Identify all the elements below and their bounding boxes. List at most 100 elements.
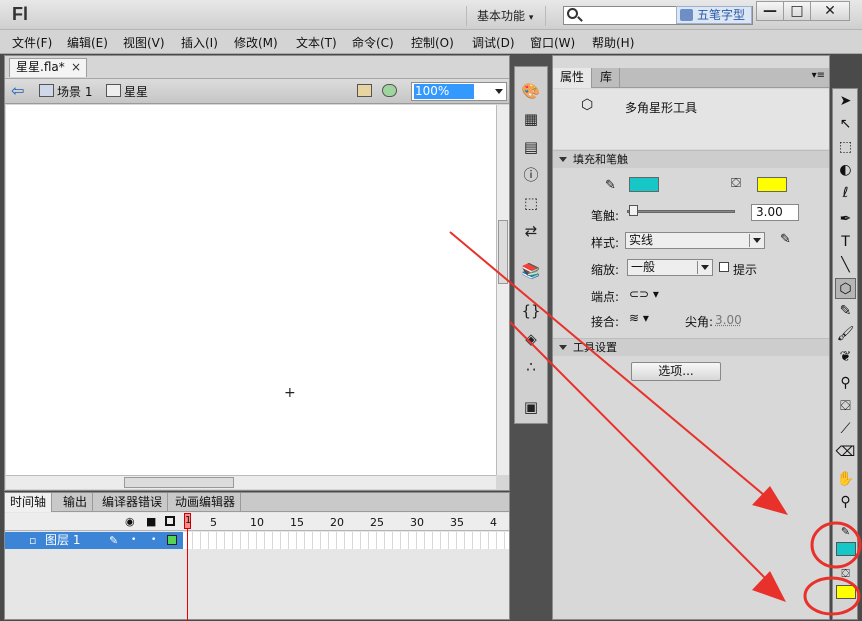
deco-tool-icon[interactable]: ❦ bbox=[835, 347, 856, 368]
breadcrumb-symbol[interactable]: 星星 bbox=[124, 83, 148, 100]
project-panel-icon[interactable]: ▣ bbox=[520, 397, 542, 417]
join-select[interactable]: ≋ ▾ bbox=[629, 311, 649, 325]
line-tool-icon[interactable]: ╲ bbox=[835, 255, 856, 276]
components-panel-icon[interactable]: ◈ bbox=[520, 329, 542, 349]
close-icon[interactable]: × bbox=[71, 59, 81, 76]
horizontal-scroll-thumb[interactable] bbox=[124, 477, 234, 488]
subselection-tool-icon[interactable]: ↖ bbox=[835, 114, 856, 135]
motion-presets-icon[interactable]: ∴ bbox=[520, 357, 542, 377]
stroke-width-input[interactable]: 3.00 bbox=[751, 204, 799, 221]
lasso-tool-icon[interactable]: ℓ bbox=[835, 183, 856, 204]
layer-name[interactable]: ▫ 图层 1 ✎ • • bbox=[5, 532, 183, 549]
style-select[interactable]: 实线 bbox=[625, 232, 765, 249]
transform-panel-icon[interactable]: ⬚ bbox=[520, 193, 542, 213]
eyedropper-tool-icon[interactable]: ⟋ bbox=[835, 419, 856, 440]
lock-icon[interactable]: ■ bbox=[146, 515, 156, 528]
menu-text[interactable]: 文本(T) bbox=[296, 34, 337, 51]
menu-debug[interactable]: 调试(D) bbox=[472, 34, 515, 51]
toolbar-fill-color[interactable] bbox=[836, 585, 856, 599]
menu-help[interactable]: 帮助(H) bbox=[592, 34, 634, 51]
scale-select[interactable]: 一般 bbox=[627, 259, 713, 276]
playhead-line bbox=[187, 529, 188, 621]
library-panel-icon[interactable]: 📚 bbox=[520, 261, 542, 281]
history-panel-icon[interactable]: ⇄ bbox=[520, 221, 542, 241]
visibility-dot[interactable]: • bbox=[131, 532, 136, 549]
menu-commands[interactable]: 命令(C) bbox=[352, 34, 394, 51]
workspace-switcher[interactable]: 基本功能 ▾ bbox=[466, 6, 546, 26]
edit-stroke-style-icon[interactable]: ✎ bbox=[780, 232, 791, 247]
maximize-button[interactable]: □ bbox=[783, 1, 811, 21]
section-tool-settings[interactable]: 工具设置 bbox=[553, 338, 829, 356]
scene-icon bbox=[39, 84, 54, 97]
3d-rotation-tool-icon[interactable]: ◐ bbox=[835, 160, 856, 181]
section-fill-stroke[interactable]: 填充和笔触 bbox=[553, 150, 829, 168]
document-tab-label: 星星.fla* bbox=[16, 60, 65, 74]
stroke-color-swatch[interactable] bbox=[629, 177, 659, 192]
playhead[interactable]: 1 bbox=[184, 513, 191, 621]
zoom-tool-icon[interactable]: ⚲ bbox=[835, 492, 856, 513]
ime-indicator[interactable]: 五笔字型 bbox=[676, 6, 752, 24]
color-panel-icon[interactable]: 🎨 bbox=[520, 81, 542, 101]
zoom-select[interactable]: 100% bbox=[411, 82, 507, 101]
stage-canvas[interactable]: + bbox=[6, 105, 496, 475]
panel-menu-icon[interactable]: ▾≡ bbox=[812, 70, 825, 81]
layer-row[interactable]: ▫ 图层 1 ✎ • • bbox=[5, 532, 509, 549]
miter-value[interactable]: 3.00 bbox=[715, 313, 742, 327]
options-button[interactable]: 选项... bbox=[631, 362, 721, 381]
pencil-tool-icon[interactable]: ✎ bbox=[835, 301, 856, 322]
code-panel-icon[interactable]: {} bbox=[520, 301, 542, 321]
menu-edit[interactable]: 编辑(E) bbox=[67, 34, 108, 51]
free-transform-tool-icon[interactable]: ⬚ bbox=[835, 137, 856, 158]
tab-output[interactable]: 输出 bbox=[58, 493, 94, 512]
swatches-panel-icon[interactable]: ▦ bbox=[520, 109, 542, 129]
pencil-icon: ✎ bbox=[605, 178, 616, 193]
miter-label: 尖角: bbox=[685, 315, 714, 329]
menu-control[interactable]: 控制(O) bbox=[411, 34, 454, 51]
toolbar-stroke-color[interactable] bbox=[836, 542, 856, 556]
tab-motion-editor[interactable]: 动画编辑器 bbox=[170, 493, 242, 512]
cap-select[interactable]: ⊂⊃ ▾ bbox=[629, 287, 659, 301]
stroke-slider-thumb[interactable] bbox=[629, 205, 638, 216]
edit-symbol-icon[interactable] bbox=[382, 84, 397, 97]
tab-compiler-errors[interactable]: 编译器错误 bbox=[97, 493, 169, 512]
frame-cells[interactable] bbox=[185, 532, 509, 549]
outline-icon[interactable] bbox=[165, 516, 175, 526]
minimize-button[interactable]: — bbox=[756, 1, 784, 21]
eraser-tool-icon[interactable]: ⌫ bbox=[835, 442, 856, 463]
tab-properties[interactable]: 属性 bbox=[553, 68, 593, 88]
back-arrow-icon[interactable]: ⇦ bbox=[11, 83, 24, 99]
cap-label: 端点: bbox=[591, 290, 620, 304]
menu-window[interactable]: 窗口(W) bbox=[530, 34, 575, 51]
text-tool-icon[interactable]: T bbox=[835, 232, 856, 253]
horizontal-scrollbar[interactable] bbox=[6, 475, 496, 489]
stroke-slider[interactable] bbox=[627, 210, 735, 213]
scale-value: 一般 bbox=[631, 260, 656, 274]
layer-outline-color[interactable] bbox=[167, 535, 177, 545]
vertical-scrollbar[interactable] bbox=[496, 105, 509, 475]
document-tab[interactable]: 星星.fla* × bbox=[9, 58, 87, 77]
hand-tool-icon[interactable]: ✋ bbox=[835, 469, 856, 490]
bone-tool-icon[interactable]: ⚲ bbox=[835, 373, 856, 394]
lock-dot[interactable]: • bbox=[151, 532, 156, 549]
tab-library[interactable]: 库 bbox=[593, 68, 621, 88]
menu-insert[interactable]: 插入(I) bbox=[181, 34, 218, 51]
pen-tool-icon[interactable]: ✒ bbox=[835, 209, 856, 230]
playhead-handle[interactable]: 1 bbox=[184, 513, 191, 529]
close-button[interactable]: ✕ bbox=[810, 1, 850, 21]
menu-modify[interactable]: 修改(M) bbox=[234, 34, 278, 51]
vertical-scroll-thumb[interactable] bbox=[498, 220, 508, 284]
tab-timeline[interactable]: 时间轴 bbox=[5, 493, 53, 512]
selection-tool-icon[interactable]: ➤ bbox=[835, 91, 856, 112]
paint-bucket-tool-icon[interactable]: ⛋ bbox=[835, 396, 856, 417]
brush-tool-icon[interactable]: 🖌 bbox=[835, 324, 856, 345]
hint-checkbox[interactable] bbox=[719, 262, 729, 272]
menu-view[interactable]: 视图(V) bbox=[123, 34, 165, 51]
align-panel-icon[interactable]: ▤ bbox=[520, 137, 542, 157]
breadcrumb-scene[interactable]: 场景 1 bbox=[57, 83, 92, 100]
polystar-tool-icon[interactable]: ⬡ bbox=[835, 278, 856, 299]
info-panel-icon[interactable]: ⓘ bbox=[520, 165, 542, 185]
edit-scene-icon[interactable] bbox=[357, 84, 372, 97]
menu-file[interactable]: 文件(F) bbox=[12, 34, 52, 51]
fill-color-swatch[interactable] bbox=[757, 177, 787, 192]
eye-icon[interactable]: ◉ bbox=[125, 515, 135, 528]
